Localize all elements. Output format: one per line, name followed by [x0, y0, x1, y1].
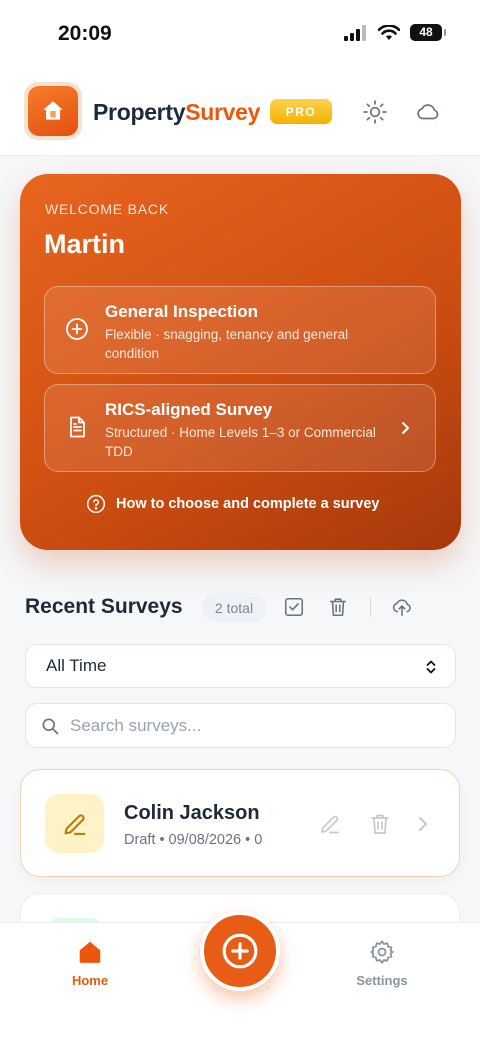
general-inspection-option[interactable]: General Inspection Flexible · snagging, … [44, 286, 436, 374]
survey-card[interactable]: Colin Jackson Draft • 09/08/2026 • 0 [20, 769, 460, 877]
brand-name: PropertySurvey [93, 99, 260, 126]
search-box [25, 703, 456, 748]
toolbar-divider [370, 597, 371, 617]
status-icons: 48 [344, 24, 446, 41]
pencil-icon [64, 813, 85, 835]
status-bar: 20:09 48 [0, 0, 480, 70]
tab-home[interactable]: Home [40, 923, 140, 988]
option-description: Structured · Home Levels 1–3 or Commerci… [105, 425, 376, 459]
time-filter-value: All Time [46, 656, 107, 675]
plus-circle-icon [222, 933, 258, 969]
search-icon [42, 718, 59, 735]
battery-indicator: 48 [410, 24, 446, 41]
recent-surveys-title: Recent Surveys [25, 595, 183, 618]
tab-settings-label: Settings [356, 973, 408, 988]
gear-icon [370, 940, 394, 964]
help-link[interactable]: How to choose and complete a survey [86, 494, 380, 514]
option-title: General Inspection [105, 302, 259, 321]
survey-client-name: Colin Jackson [124, 802, 260, 824]
cloud-upload-icon[interactable] [391, 596, 413, 618]
welcome-card: WELCOME BACK Martin General Inspection F… [20, 174, 461, 550]
option-title: RICS-aligned Survey [105, 400, 273, 419]
search-input[interactable] [70, 704, 440, 747]
wifi-icon [378, 24, 400, 40]
chevron-right-icon[interactable] [413, 812, 433, 836]
time-filter-select[interactable]: All Time [25, 644, 456, 688]
cloud-icon[interactable] [415, 99, 441, 125]
edit-icon[interactable] [318, 812, 342, 836]
tab-home-label: Home [71, 973, 109, 988]
survey-count-badge: 2 total [202, 593, 266, 622]
rics-survey-option[interactable]: RICS-aligned Survey Structured · Home Le… [44, 384, 436, 472]
plus-circle-icon [66, 318, 88, 340]
select-checkbox-icon[interactable] [283, 596, 305, 618]
welcome-subtitle: WELCOME BACK [45, 201, 169, 217]
house-icon [43, 101, 63, 120]
help-circle-icon [86, 494, 106, 514]
signal-icon [344, 24, 366, 41]
status-time: 20:09 [58, 22, 112, 45]
app-logo [24, 82, 82, 140]
user-name: Martin [44, 229, 125, 259]
brand-name-part2: Survey [185, 99, 261, 125]
brand-name-part1: Property [93, 99, 186, 125]
option-description: Flexible · snagging, tenancy and general… [105, 327, 349, 361]
new-survey-button[interactable] [200, 911, 280, 991]
document-icon [70, 416, 85, 438]
tab-settings[interactable]: Settings [332, 923, 432, 988]
survey-thumbnail [45, 794, 104, 853]
delete-icon[interactable] [368, 812, 392, 836]
pro-badge: PRO [270, 99, 332, 124]
home-icon [79, 941, 101, 963]
sun-icon[interactable] [362, 99, 388, 125]
help-link-label: How to choose and complete a survey [116, 496, 380, 512]
chevron-right-icon [402, 422, 409, 434]
trash-icon[interactable] [327, 596, 349, 618]
app-header: PropertySurvey PRO [0, 70, 480, 156]
survey-meta: Draft • 09/08/2026 • 0 [124, 832, 263, 848]
chevron-up-down-icon [426, 660, 436, 674]
